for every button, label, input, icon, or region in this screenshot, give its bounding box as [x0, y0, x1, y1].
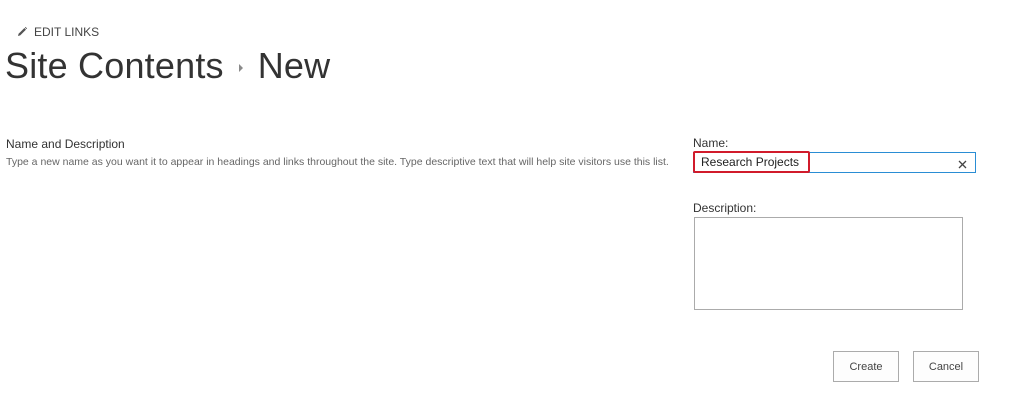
page-title: New [257, 45, 331, 86]
section-title: Name and Description [6, 137, 125, 151]
description-textarea[interactable] [694, 217, 963, 310]
caret-right-icon [238, 63, 244, 73]
pencil-icon [16, 26, 28, 38]
section-description: Type a new name as you want it to appear… [6, 156, 669, 168]
edit-links-button[interactable]: EDIT LINKS [16, 24, 99, 40]
name-field-container [693, 152, 976, 173]
cancel-button[interactable]: Cancel [913, 351, 979, 382]
breadcrumb-site-contents-link[interactable]: Site Contents [5, 45, 224, 87]
close-icon[interactable] [955, 157, 969, 171]
name-field-label: Name: [693, 136, 729, 150]
name-input[interactable] [701, 153, 941, 172]
breadcrumb: Site Contents New [5, 42, 330, 90]
create-button[interactable]: Create [833, 351, 899, 382]
edit-links-label: EDIT LINKS [34, 25, 100, 39]
description-field-label: Description: [693, 201, 757, 215]
